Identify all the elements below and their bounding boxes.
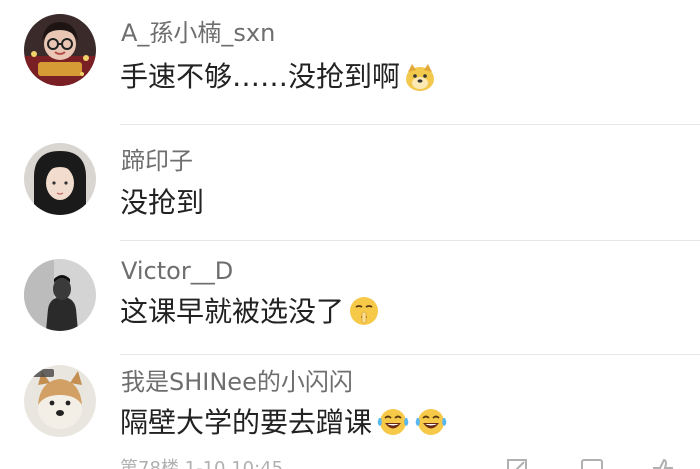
username[interactable]: 我是SHINee的小闪闪 <box>121 367 353 397</box>
like-icon[interactable] <box>650 458 674 469</box>
avatar[interactable] <box>24 14 96 86</box>
comment-text-content: 手速不够……没抢到啊 <box>120 60 401 93</box>
shush-emoji <box>348 295 380 336</box>
comment-item: 蹄印子 没抢到 <box>0 125 700 241</box>
laugh-cry-emoji <box>376 406 410 447</box>
comment-item: A_孫小楠_sxn 手速不够……没抢到啊 <box>0 0 700 125</box>
comment-item: 我是SHINee的小闪闪 隔壁大学的要去蹭课 <box>0 355 700 456</box>
comment-text-content: 这课早就被选没了 <box>120 295 345 328</box>
username[interactable]: Victor__D <box>121 256 233 286</box>
comment-item: Victor__D 这课早就被选没了 <box>0 241 700 355</box>
doge-emoji <box>404 62 436 101</box>
floor-timestamp: 第78楼 1-10 10:45 <box>120 458 284 469</box>
share-icon[interactable] <box>506 458 528 469</box>
comment-text: 隔壁大学的要去蹭课 <box>120 405 448 447</box>
avatar[interactable] <box>24 143 96 215</box>
comment-text: 没抢到 <box>120 185 204 221</box>
comment-footer: 第78楼 1-10 10:45 <box>0 456 700 469</box>
comment-text-content: 没抢到 <box>120 186 205 219</box>
comment-icon[interactable] <box>580 458 604 469</box>
comment-text: 手速不够……没抢到啊 <box>120 59 436 101</box>
comment-text-content: 隔壁大学的要去蹭课 <box>120 406 373 439</box>
avatar[interactable] <box>24 259 96 331</box>
username[interactable]: A_孫小楠_sxn <box>121 18 275 48</box>
comment-text: 这课早就被选没了 <box>120 294 380 336</box>
laugh-cry-emoji <box>414 406 448 447</box>
avatar[interactable] <box>24 365 96 437</box>
username[interactable]: 蹄印子 <box>121 146 193 176</box>
